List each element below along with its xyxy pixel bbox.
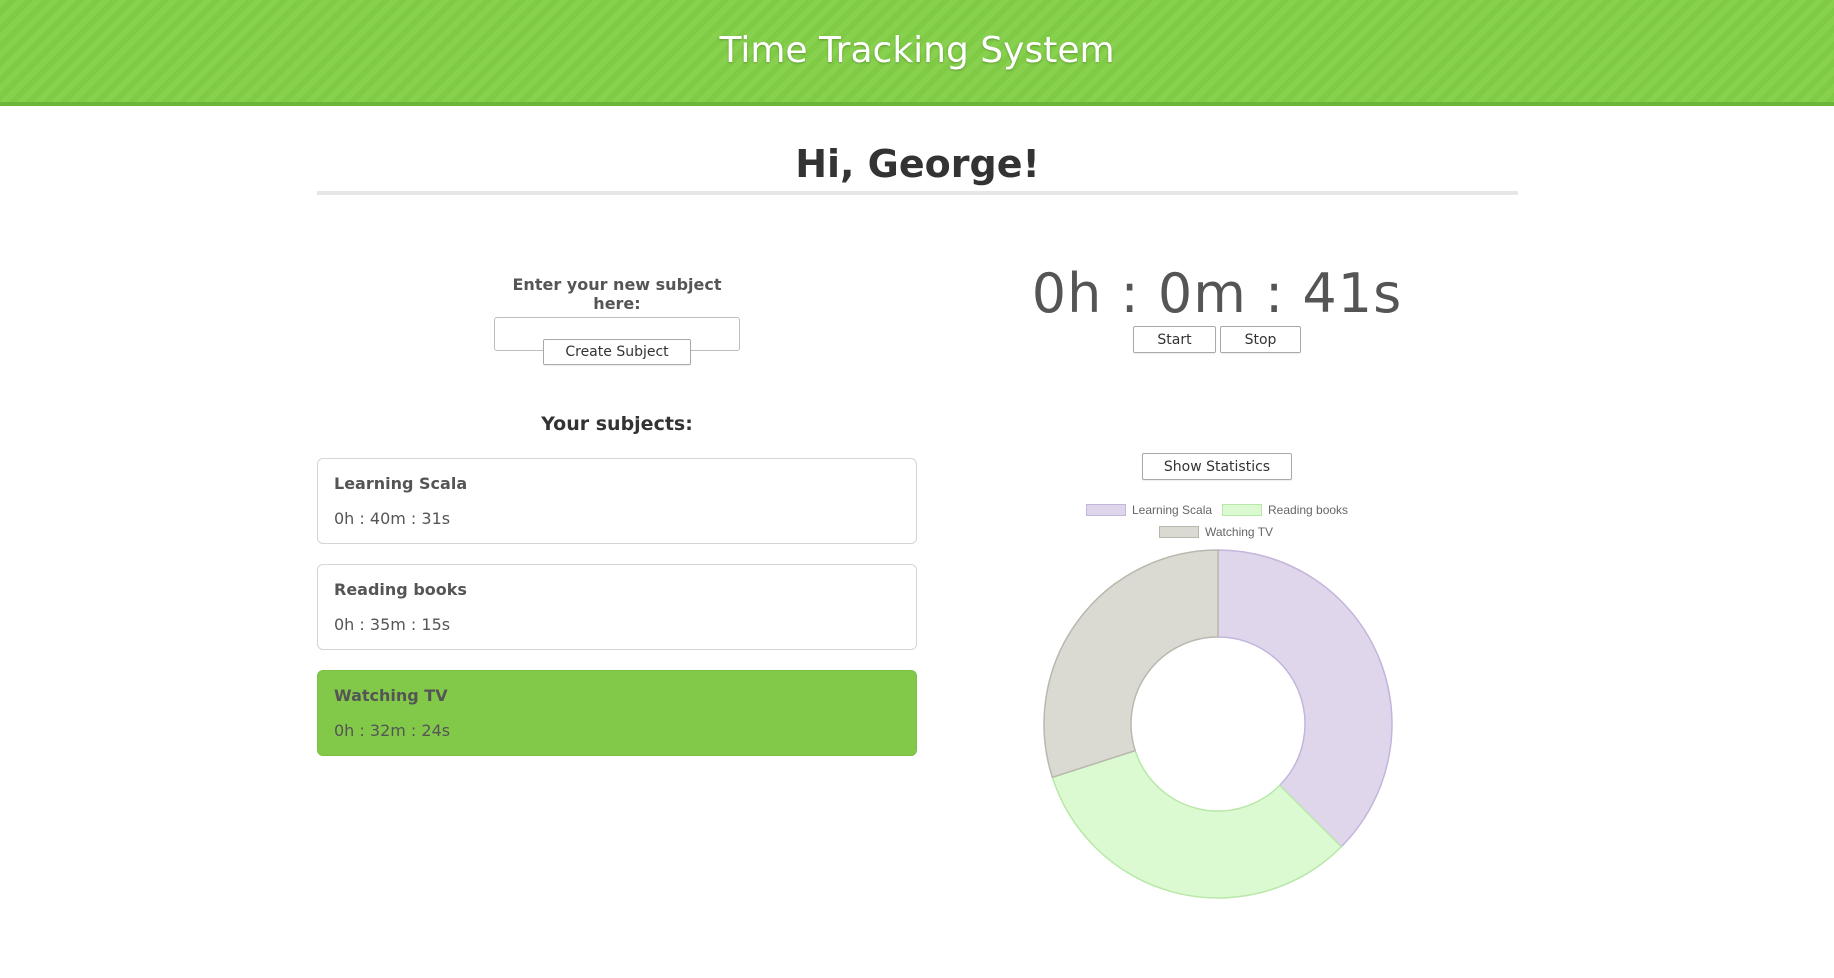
subject-name: Learning Scala — [334, 474, 468, 493]
statistics-donut-chart — [1043, 549, 1393, 899]
donut-slice-watching-tv[interactable] — [1043, 549, 1219, 779]
subject-time: 0h : 40m : 31s — [334, 509, 451, 528]
subject-time: 0h : 32m : 24s — [334, 721, 451, 740]
legend-label: Reading books — [1268, 503, 1349, 517]
subject-card-watching-tv[interactable]: Watching TV 0h : 32m : 24s — [317, 670, 917, 756]
greeting-heading: Hi, George! — [795, 142, 1040, 186]
legend-swatch — [1159, 526, 1199, 538]
stop-button[interactable]: Stop — [1220, 326, 1301, 353]
legend-swatch — [1222, 504, 1262, 516]
subject-card-learning-scala[interactable]: Learning Scala 0h : 40m : 31s — [317, 458, 917, 544]
legend-item-learning-scala: Learning Scala — [1086, 503, 1212, 517]
subject-card-reading-books[interactable]: Reading books 0h : 35m : 15s — [317, 564, 917, 650]
subject-name: Reading books — [334, 580, 467, 599]
app-header: Time Tracking System — [0, 0, 1834, 106]
subjects-heading: Your subjects: — [541, 413, 693, 435]
legend-label: Watching TV — [1205, 525, 1274, 539]
start-button[interactable]: Start — [1133, 326, 1216, 353]
new-subject-label: Enter your new subject here: — [512, 275, 722, 313]
show-statistics-button[interactable]: Show Statistics — [1142, 453, 1292, 480]
subject-time: 0h : 35m : 15s — [334, 615, 451, 634]
create-subject-button[interactable]: Create Subject — [543, 339, 691, 365]
legend-item-watching-tv: Watching TV — [1159, 525, 1273, 539]
donut-slice-learning-scala[interactable] — [1217, 549, 1393, 848]
subject-name: Watching TV — [334, 686, 448, 705]
legend-label: Learning Scala — [1132, 503, 1213, 517]
greeting-divider — [317, 191, 1518, 195]
legend-swatch — [1086, 504, 1126, 516]
timer-display: 0h : 0m : 41s — [1031, 262, 1403, 325]
legend-item-reading-books: Reading books — [1222, 503, 1348, 517]
app-title: Time Tracking System — [719, 29, 1115, 71]
